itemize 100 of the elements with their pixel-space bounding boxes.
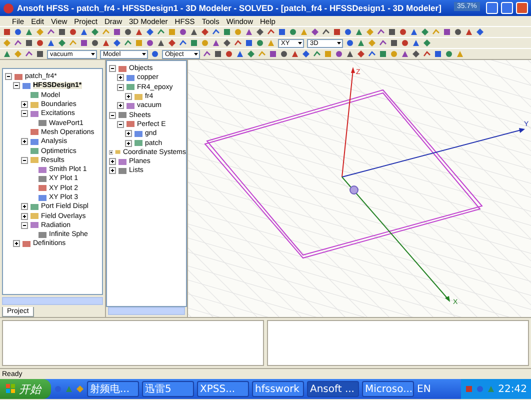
circle-icon[interactable] [91,39,99,47]
diamond-icon[interactable] [113,39,121,47]
diamond-icon[interactable] [201,28,209,36]
circle-icon[interactable] [335,50,343,58]
triangle-icon[interactable] [291,50,299,58]
expand-toggle[interactable] [109,148,114,156]
circle-icon[interactable] [401,39,409,47]
square-icon[interactable] [113,28,121,36]
line-icon[interactable] [423,50,431,58]
square-icon[interactable] [223,28,231,36]
square-icon[interactable] [278,28,286,36]
circle-icon[interactable] [146,39,154,47]
maximize-button[interactable] [501,2,513,14]
circle-icon[interactable] [289,28,297,36]
expand-toggle[interactable] [125,130,132,138]
triangle-icon[interactable] [245,28,253,36]
line-icon[interactable] [379,39,387,47]
horizontal-scrollbar[interactable] [108,307,185,315]
line-icon[interactable] [212,28,220,36]
square-icon[interactable] [443,28,451,36]
circle-icon[interactable] [14,28,22,36]
taskbar-button[interactable]: 射频电... [87,381,139,397]
line-icon[interactable] [179,39,187,47]
square-icon[interactable] [25,39,33,47]
square-icon[interactable] [3,28,11,36]
line-icon[interactable] [14,39,22,47]
diamond-icon[interactable] [302,50,310,58]
circle-icon[interactable] [36,39,44,47]
horizontal-scrollbar[interactable] [2,297,103,305]
square-icon[interactable] [388,28,396,36]
circle-icon[interactable] [225,50,233,58]
triangle-icon[interactable] [190,28,198,36]
square-icon[interactable] [269,50,277,58]
circle-icon[interactable] [151,50,159,58]
line-icon[interactable] [313,50,321,58]
line-icon[interactable] [157,28,165,36]
triangle-icon[interactable] [157,39,165,47]
square-icon[interactable] [80,39,88,47]
taskbar-button[interactable]: hfsswork [252,381,304,397]
taskbar-button[interactable]: 迅雷5 [142,381,194,397]
diamond-icon[interactable] [168,39,176,47]
triangle-icon[interactable] [236,50,244,58]
triangle-icon[interactable] [47,39,55,47]
expand-toggle[interactable] [125,140,132,147]
circle-icon[interactable] [454,28,462,36]
line-icon[interactable] [377,28,385,36]
circle-icon[interactable] [399,28,407,36]
expand-toggle[interactable] [117,120,124,128]
circle-icon[interactable] [179,28,187,36]
diamond-icon[interactable] [256,28,264,36]
taskbar-button[interactable]: XPSS... [197,381,249,397]
diamond-icon[interactable] [476,28,484,36]
triangle-icon[interactable] [102,39,110,47]
expand-toggle[interactable] [109,167,116,174]
expand-toggle[interactable] [21,222,28,229]
circle-icon[interactable] [346,39,354,47]
square-icon[interactable] [245,39,253,47]
diamond-icon[interactable] [247,50,255,58]
square-icon[interactable] [190,39,198,47]
line-icon[interactable] [322,28,330,36]
square-icon[interactable] [379,50,387,58]
line-icon[interactable] [124,39,132,47]
circle-icon[interactable] [445,50,453,58]
expand-toggle[interactable] [5,73,12,80]
expand-toggle[interactable] [109,112,116,119]
taskbar-button[interactable]: Microso... [362,381,414,397]
line-icon[interactable] [368,50,376,58]
language-indicator[interactable]: EN [417,384,431,394]
circle-icon[interactable] [344,28,352,36]
line-icon[interactable] [25,50,33,58]
triangle-icon[interactable] [135,28,143,36]
circle-icon[interactable] [280,50,288,58]
expand-toggle[interactable] [109,65,116,72]
triangle-icon[interactable] [25,28,33,36]
minimize-button[interactable] [486,2,498,14]
expand-toggle[interactable] [109,158,116,166]
diamond-icon[interactable] [146,28,154,36]
square-icon[interactable] [36,50,44,58]
triangle-icon[interactable] [212,39,220,47]
expand-toggle[interactable] [21,203,28,210]
expand-toggle[interactable] [117,84,124,91]
square-icon[interactable] [214,50,222,58]
expand-toggle[interactable] [21,110,28,118]
start-button[interactable]: 开始 [0,379,51,399]
line-icon[interactable] [267,28,275,36]
diamond-icon[interactable] [91,28,99,36]
circle-icon[interactable] [69,28,77,36]
diamond-icon[interactable] [311,28,319,36]
expand-toggle[interactable] [117,102,124,110]
triangle-icon[interactable] [3,50,11,58]
line-icon[interactable] [234,39,242,47]
expand-toggle[interactable] [21,138,28,146]
expand-toggle[interactable] [13,240,20,248]
close-button[interactable] [516,2,528,14]
expand-toggle[interactable] [13,82,20,90]
square-icon[interactable] [434,50,442,58]
expand-toggle[interactable] [21,156,28,164]
taskbar-button[interactable]: Ansoft ... [307,381,359,397]
triangle-icon[interactable] [80,28,88,36]
square-icon[interactable] [333,28,341,36]
